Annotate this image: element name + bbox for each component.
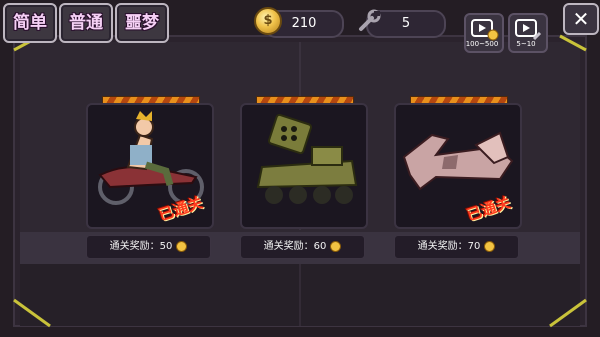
reward-label: 通关奖励：50 (86, 235, 211, 259)
tool-count: 5 (401, 16, 411, 31)
reward-text: 通关奖励：50 (109, 241, 173, 252)
rocket-tank-image (256, 113, 358, 204)
close-button[interactable]: ✕ (563, 3, 599, 35)
tab-normal[interactable]: 普通 (59, 3, 113, 43)
level-card-2[interactable] (240, 103, 368, 229)
coin-icon (484, 240, 496, 252)
video-tools-range: 5~10 (516, 40, 536, 48)
video-coin-icon (471, 19, 499, 41)
coin-count: 210 (291, 16, 317, 31)
reward-text: 通关奖励：60 (263, 241, 327, 252)
wrench-icon (359, 9, 381, 31)
coin-icon (176, 240, 188, 252)
coin-icon: $ (254, 7, 282, 35)
reward-label: 通关奖励：60 (240, 235, 365, 259)
tab-easy[interactable]: 简单 (3, 3, 57, 43)
reward-label: 通关奖励：70 (394, 235, 519, 259)
tab-nightmare[interactable]: 噩梦 (115, 3, 169, 43)
reward-text: 通关奖励：70 (417, 241, 481, 252)
video-tool-icon (515, 19, 542, 41)
coin-icon (330, 240, 342, 252)
video-coins-range: 100~500 (465, 40, 499, 48)
